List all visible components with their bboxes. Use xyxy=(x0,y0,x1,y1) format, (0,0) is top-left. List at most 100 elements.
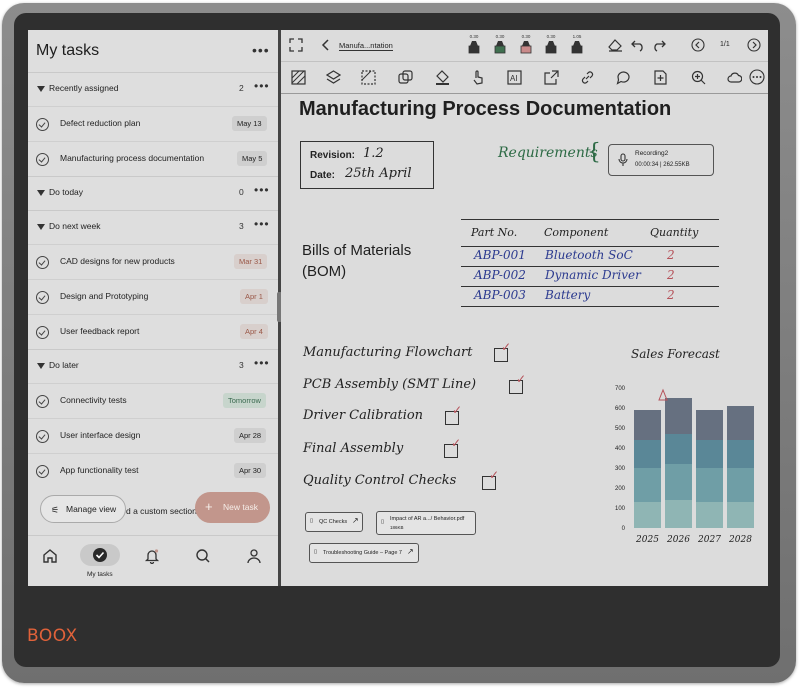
task-checkbox[interactable] xyxy=(36,291,49,304)
collapse-icon[interactable] xyxy=(37,224,45,230)
bar-segment xyxy=(634,502,661,528)
comment-icon[interactable] xyxy=(616,70,631,85)
more-menu-icon[interactable] xyxy=(749,69,765,85)
cloud-sync-icon[interactable] xyxy=(727,70,742,85)
more-options-icon[interactable]: ••• xyxy=(252,42,270,58)
section-header[interactable]: Do today 0 ••• xyxy=(28,176,278,211)
task-checkbox[interactable] xyxy=(36,256,49,269)
x-tick-label: 2026 xyxy=(666,535,690,545)
check-mark-icon: ✓ xyxy=(501,340,512,354)
task-checkbox[interactable] xyxy=(36,326,49,339)
troubleshooting-link[interactable]: ▯ Troubleshooting Guide – Page 7 ↗ xyxy=(309,543,419,563)
collapse-icon[interactable] xyxy=(37,86,45,92)
check-mark-icon: ✓ xyxy=(452,403,463,417)
expand-icon[interactable] xyxy=(289,38,303,52)
bom-header: Part No. xyxy=(471,226,518,239)
breadcrumb[interactable]: Manufa...ntation xyxy=(339,41,393,51)
due-date-badge: Apr 4 xyxy=(240,324,268,339)
task-row[interactable]: User feedback report Apr 4 xyxy=(28,314,278,349)
profile-icon[interactable] xyxy=(246,548,262,564)
eraser-icon[interactable] xyxy=(608,38,623,52)
manage-view-button[interactable]: ⚟ Manage view xyxy=(40,495,126,523)
shapes-icon[interactable] xyxy=(398,70,413,85)
x-tick-label: 2027 xyxy=(697,535,721,545)
microphone-icon xyxy=(618,153,628,166)
share-icon[interactable] xyxy=(544,70,559,85)
revision-box: Revision: 1.2 Date: 25th April xyxy=(300,141,434,189)
bom-table-rule xyxy=(461,246,719,247)
bar-segment xyxy=(665,500,692,528)
link-icon[interactable] xyxy=(580,70,595,85)
y-tick-label: 100 xyxy=(615,506,626,512)
bom-cell-component: Dynamic Driver xyxy=(545,268,641,282)
task-checkbox[interactable] xyxy=(36,118,49,131)
pen-preset[interactable]: 1.05 xyxy=(570,34,584,54)
sales-forecast-chart: Sales Forecast 0 100 200 300 400 500 600 700 2025… xyxy=(615,347,754,545)
home-icon[interactable] xyxy=(42,548,58,564)
bell-icon[interactable] xyxy=(144,548,160,564)
checklist-item: PCB Assembly (SMT Line) xyxy=(303,377,477,392)
task-title: Connectivity tests xyxy=(60,395,127,405)
search-icon[interactable] xyxy=(195,548,211,564)
section-more-icon[interactable]: ••• xyxy=(254,79,270,93)
section-count: 0 xyxy=(239,187,244,197)
undo-icon[interactable] xyxy=(631,38,645,52)
recording-attachment[interactable]: Recording2 00:00:34 | 262.55KB xyxy=(608,144,714,176)
checklist-item: Manufacturing Flowchart xyxy=(303,345,473,360)
task-row[interactable]: Manufacturing process documentation May 5 xyxy=(28,141,278,176)
section-more-icon[interactable]: ••• xyxy=(254,183,270,197)
add-section-link[interactable]: d a custom section xyxy=(126,506,197,516)
bar-segment xyxy=(665,434,692,464)
new-task-label: New task xyxy=(223,502,258,512)
collapse-icon[interactable] xyxy=(37,190,45,196)
task-row[interactable]: Defect reduction plan May 13 xyxy=(28,106,278,141)
section-header[interactable]: Do next week 3 ••• xyxy=(28,210,278,245)
pen-preset[interactable]: 0.30 xyxy=(519,34,533,54)
fill-icon[interactable] xyxy=(435,70,450,85)
new-task-button[interactable]: + New task xyxy=(195,492,270,523)
prev-page-icon[interactable] xyxy=(691,38,705,52)
collapse-icon[interactable] xyxy=(37,363,45,369)
qc-checks-link[interactable]: ▯ QC Checks ↗ xyxy=(305,512,363,532)
bar-segment xyxy=(727,502,754,528)
task-row[interactable]: App functionality test Apr 30 xyxy=(28,453,278,488)
task-row[interactable]: User interface design Apr 28 xyxy=(28,418,278,453)
bom-cell-qty: 2 xyxy=(667,288,675,302)
pen-preset[interactable]: 0.30 xyxy=(493,34,507,54)
ai-icon[interactable]: AI xyxy=(507,70,522,85)
task-title: CAD designs for new products xyxy=(60,256,175,266)
open-external-icon: ↗ xyxy=(407,547,414,556)
pen-icon xyxy=(571,41,583,54)
task-checkbox[interactable] xyxy=(36,430,49,443)
section-header[interactable]: Do later 3 ••• xyxy=(28,349,278,384)
task-row[interactable]: Connectivity tests Tomorrow xyxy=(28,383,278,418)
task-row[interactable]: Design and Prototyping Apr 1 xyxy=(28,279,278,314)
lasso-icon[interactable] xyxy=(361,70,376,85)
task-checkbox[interactable] xyxy=(36,395,49,408)
section-more-icon[interactable]: ••• xyxy=(254,217,270,231)
redo-icon[interactable] xyxy=(652,38,666,52)
layers-icon[interactable] xyxy=(326,70,341,85)
add-page-icon[interactable] xyxy=(653,70,668,85)
date-value: 25th April xyxy=(345,166,412,181)
bar-segment xyxy=(665,398,692,434)
task-row[interactable]: CAD designs for new products Mar 31 xyxy=(28,244,278,279)
pen-preset[interactable]: 0.30 xyxy=(467,34,481,54)
back-icon[interactable] xyxy=(321,39,331,51)
bom-header: Quantity xyxy=(650,226,699,239)
section-more-icon[interactable]: ••• xyxy=(254,356,270,370)
bom-cell-qty: 2 xyxy=(667,268,675,282)
next-page-icon[interactable] xyxy=(747,38,761,52)
pen-preset[interactable]: 0.30 xyxy=(544,34,558,54)
pdf-attachment-link[interactable]: ▯ Impact of AR a.../ Behavior.pdf 186KB xyxy=(376,511,476,535)
y-tick-label: 600 xyxy=(615,406,626,412)
pen-icon xyxy=(545,41,557,54)
pattern-icon[interactable] xyxy=(291,70,306,85)
section-header[interactable]: Recently assigned 2 ••• xyxy=(28,72,278,107)
task-checkbox[interactable] xyxy=(36,153,49,166)
touch-icon[interactable] xyxy=(471,70,486,85)
pdf-attachment-label: Impact of AR a.../ Behavior.pdf xyxy=(390,516,465,522)
due-date-badge: Apr 1 xyxy=(240,289,268,304)
zoom-icon[interactable] xyxy=(691,70,706,85)
task-checkbox[interactable] xyxy=(36,465,49,478)
